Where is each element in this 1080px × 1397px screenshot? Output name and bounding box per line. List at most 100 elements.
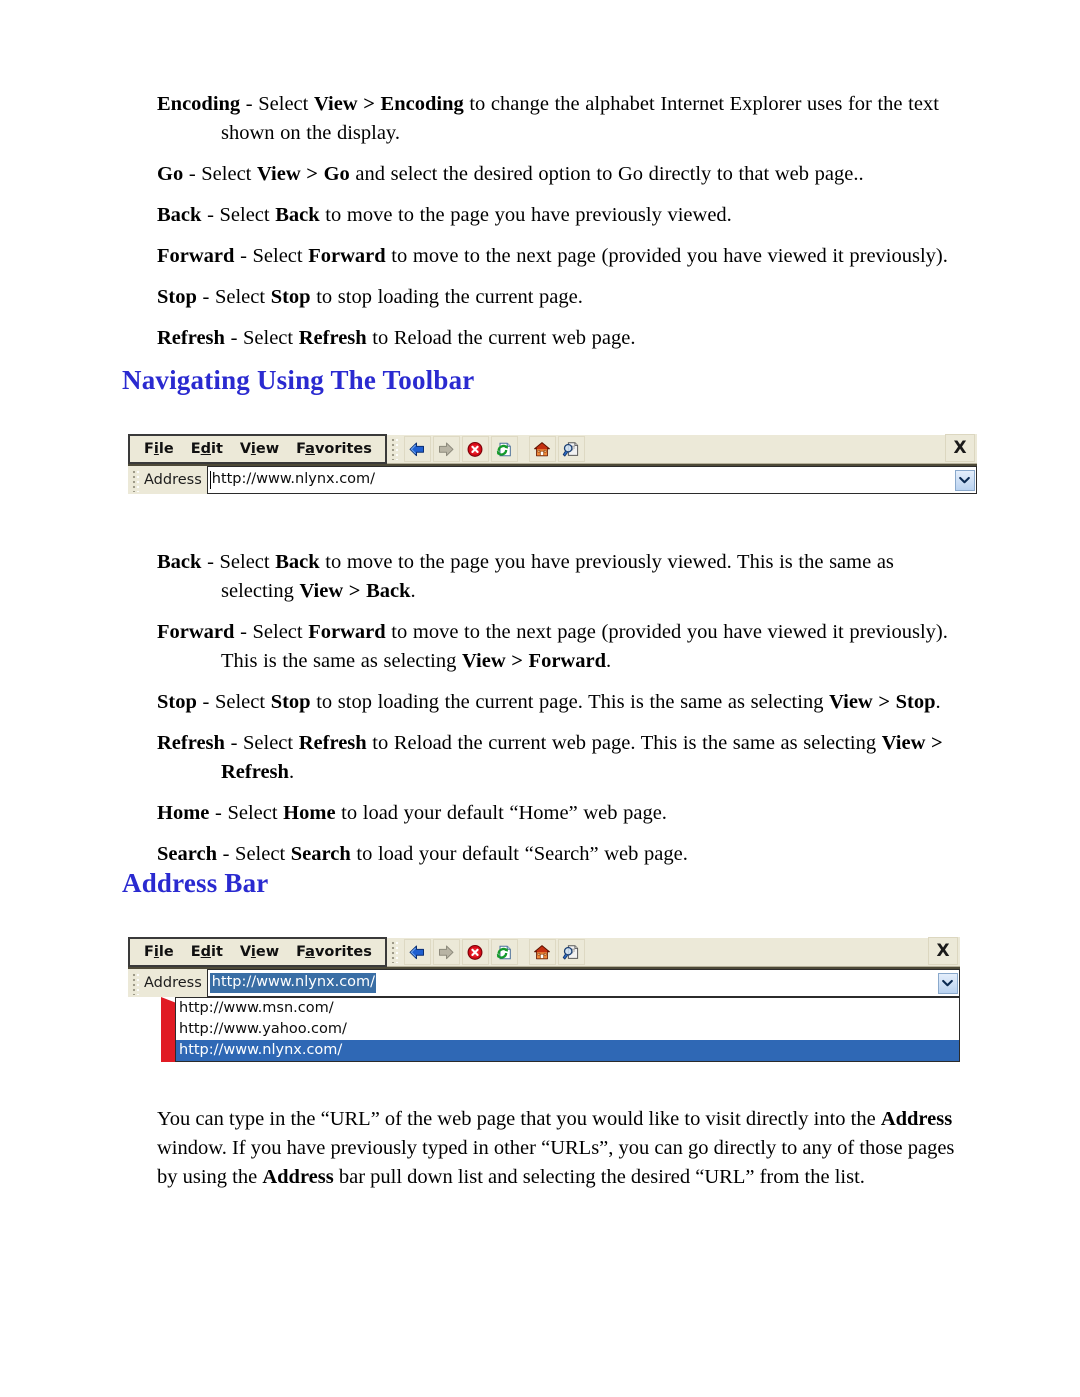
emphasis: Stop [270,691,311,713]
emphasis: View > Back [299,580,411,602]
menu-label-prefix: V [239,943,251,960]
home-button[interactable] [528,436,556,462]
address-input[interactable]: http://www.nlynx.com/ [206,466,953,494]
top-item-back: Back - Select Back to move to the page y… [157,204,732,226]
menu-item-file[interactable]: File [144,945,174,960]
address-bar-row: Address http://www.nlynx.com/ [128,967,960,997]
menu-label-suffix: it [211,440,223,457]
menu-label-prefix: E [190,440,201,457]
emphasis: Forward [308,621,386,643]
toolbar-gripper[interactable] [390,438,400,460]
top-text-section: Encoding - Select View > Encoding to cha… [157,90,969,365]
menu-label-prefix: E [190,943,201,960]
emphasis: Back [275,204,320,226]
address-input[interactable]: http://www.nlynx.com/ [206,969,936,997]
emphasis: Forward [308,245,386,267]
bottom-text-section: You can type in the “URL” of the web pag… [157,1105,977,1192]
menu-label-prefix: F [144,440,154,457]
home-icon [532,943,552,962]
forward-arrow-icon [436,440,456,459]
address-history-item[interactable]: http://www.msn.com/ [176,998,959,1019]
refresh-button[interactable] [490,939,518,965]
search-button[interactable] [557,939,585,965]
menu-item-view[interactable]: View [240,945,279,960]
home-icon [532,440,552,459]
emphasis: Search [290,843,351,865]
emphasis: Back [275,551,320,573]
emphasis: Address [262,1166,334,1188]
address-bar-gripper[interactable] [132,470,141,492]
home-button[interactable] [528,939,556,965]
search-button[interactable] [557,436,585,462]
menu-item-edit[interactable]: Edit [191,442,223,457]
emphasis: Stop [157,691,197,713]
chevron-down-icon [937,972,958,994]
emphasis: Search [157,843,217,865]
ie-toolbar-figure: File Edit View Favorites X Address http://www.… [128,434,977,494]
menu-label-suffix: ew [255,440,280,457]
address-bar-gripper[interactable] [132,973,141,995]
forward-button [432,939,460,965]
emphasis: Encoding [157,93,241,115]
back-arrow-icon [407,943,427,962]
middle-item-refresh: Refresh - Select Refresh to Reload the c… [157,732,943,783]
middle-item-search: Search - Select Search to load your defa… [157,843,688,865]
menu-bar: File Edit View Favorites [128,434,387,464]
address-input-value: http://www.nlynx.com/ [209,471,376,489]
menu-label-suffix: vorites [314,943,372,960]
address-dropdown-button[interactable] [953,466,977,494]
emphasis: Forward [157,621,235,643]
back-button[interactable] [403,436,431,462]
button-toolbar [386,937,928,966]
top-item-refresh: Refresh - Select Refresh to Reload the c… [157,327,636,349]
close-button[interactable]: X [945,434,975,462]
menu-item-file[interactable]: File [144,442,174,457]
emphasis: Refresh [298,732,367,754]
toolbar-gripper[interactable] [390,941,400,963]
emphasis: Back [157,204,202,226]
menu-item-favorites[interactable]: Favorites [296,945,372,960]
menu-item-edit[interactable]: Edit [191,945,223,960]
refresh-icon [494,943,514,962]
address-history-dropdown: http://www.msn.com/http://www.yahoo.com/… [175,997,960,1062]
menu-toolbar-row: File Edit View Favorites X [128,937,960,967]
ie-address-bar-figure: File Edit View Favorites X Address http://www.… [128,937,960,1062]
emphasis: View > Go [257,163,350,185]
emphasis: Stop [270,286,311,308]
address-bar-label: Address [144,472,202,488]
address-history-item[interactable]: http://www.nlynx.com/ [176,1040,959,1061]
address-input-value: http://www.nlynx.com/ [209,973,377,993]
menu-label-suffix: ew [255,943,280,960]
back-button[interactable] [403,939,431,965]
menu-label-prefix: F [144,943,154,960]
address-bar-label: Address [144,975,202,991]
address-dropdown-button[interactable] [936,969,960,997]
menu-item-favorites[interactable]: Favorites [296,442,372,457]
address-history-item[interactable]: http://www.yahoo.com/ [176,1019,959,1040]
emphasis: Refresh [157,327,225,349]
address-bar-row: Address http://www.nlynx.com/ [128,464,977,494]
menu-label-suffix: le [158,440,174,457]
stop-button[interactable] [461,939,489,965]
top-item-forward: Forward - Select Forward to move to the … [157,245,948,267]
button-toolbar [386,434,945,463]
menu-item-view[interactable]: View [240,442,279,457]
menu-label-prefix: F [296,440,306,457]
refresh-icon [494,440,514,459]
emphasis: Refresh [157,732,225,754]
heading-navigating-using-the-toolbar: Navigating Using The Toolbar [122,365,475,395]
menu-toolbar-row: File Edit View Favorites X [128,434,977,464]
refresh-button[interactable] [490,436,518,462]
top-item-go: Go - Select View > Go and select the des… [157,163,864,185]
bottom-paragraph: You can type in the “URL” of the web pag… [157,1108,955,1188]
stop-button[interactable] [461,436,489,462]
middle-item-forward: Forward - Select Forward to move to the … [157,621,948,672]
forward-button [432,436,460,462]
close-button[interactable]: X [928,937,958,965]
stop-icon [465,440,485,459]
emphasis: Home [157,802,210,824]
emphasis: View > Stop [829,691,936,713]
menu-label-suffix: it [211,943,223,960]
middle-item-home: Home - Select Home to load your default … [157,802,667,824]
emphasis: View > Forward [461,650,606,672]
